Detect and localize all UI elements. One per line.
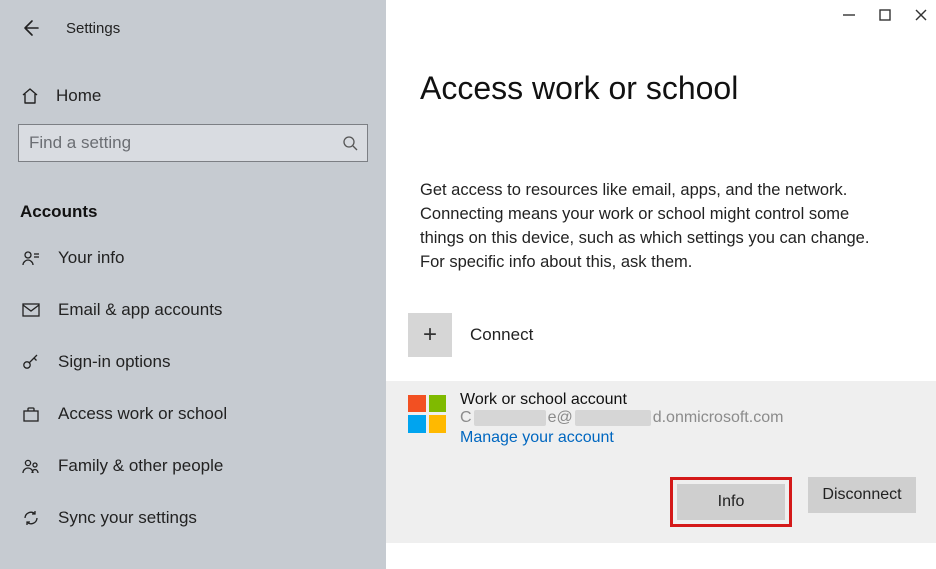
- sidebar-item-signin-options[interactable]: Sign-in options: [0, 336, 386, 388]
- account-email: C e@ d.onmicrosoft.com: [460, 409, 783, 427]
- sidebar-home[interactable]: Home: [0, 46, 386, 118]
- sidebar-section-head: Accounts: [0, 170, 386, 232]
- close-icon[interactable]: [914, 8, 928, 22]
- manage-account-link[interactable]: Manage your account: [460, 427, 783, 447]
- sync-icon: [20, 508, 42, 528]
- back-icon[interactable]: [20, 18, 40, 38]
- info-button[interactable]: Info: [677, 484, 785, 520]
- sidebar-item-your-info[interactable]: Your info: [0, 232, 386, 284]
- account-title: Work or school account: [460, 391, 783, 409]
- home-label: Home: [56, 86, 101, 106]
- sidebar-item-label: Access work or school: [58, 404, 227, 424]
- sidebar-item-label: Your info: [58, 248, 124, 268]
- sidebar-item-sync[interactable]: Sync your settings: [0, 492, 386, 544]
- people-icon: [20, 456, 42, 476]
- search-input[interactable]: [18, 124, 368, 162]
- connect-label: Connect: [470, 325, 533, 345]
- minimize-icon[interactable]: [842, 8, 856, 22]
- app-title: Settings: [66, 20, 120, 37]
- account-card: Work or school account C e@ d.onmicrosof…: [386, 381, 936, 543]
- connect-row[interactable]: + Connect: [386, 275, 936, 357]
- main-panel: Access work or school Get access to reso…: [386, 0, 936, 569]
- sidebar-item-email-accounts[interactable]: Email & app accounts: [0, 284, 386, 336]
- account-actions: Info Disconnect: [408, 447, 916, 527]
- sidebar: Settings Home Accounts Your info Email &…: [0, 0, 386, 569]
- plus-icon: +: [408, 313, 452, 357]
- microsoft-logo-icon: [408, 395, 446, 433]
- disconnect-button[interactable]: Disconnect: [808, 477, 916, 513]
- sidebar-item-access-work-school[interactable]: Access work or school: [0, 388, 386, 440]
- sidebar-item-family[interactable]: Family & other people: [0, 440, 386, 492]
- sidebar-item-label: Email & app accounts: [58, 300, 222, 320]
- home-icon: [20, 86, 40, 106]
- info-button-highlight: Info: [670, 477, 792, 527]
- briefcase-icon: [20, 404, 42, 424]
- sidebar-top-row: Settings: [0, 0, 386, 46]
- sidebar-item-label: Family & other people: [58, 456, 223, 476]
- search-icon: [342, 135, 358, 151]
- search-wrap: [18, 124, 368, 162]
- window-controls: [842, 8, 928, 22]
- intro-text: Get access to resources like email, apps…: [386, 107, 926, 275]
- maximize-icon[interactable]: [878, 8, 892, 22]
- key-icon: [20, 352, 42, 372]
- mail-icon: [20, 300, 42, 320]
- person-badge-icon: [20, 248, 42, 268]
- sidebar-item-label: Sync your settings: [58, 508, 197, 528]
- redacted-text: [474, 410, 546, 426]
- sidebar-item-label: Sign-in options: [58, 352, 170, 372]
- redacted-text: [575, 410, 651, 426]
